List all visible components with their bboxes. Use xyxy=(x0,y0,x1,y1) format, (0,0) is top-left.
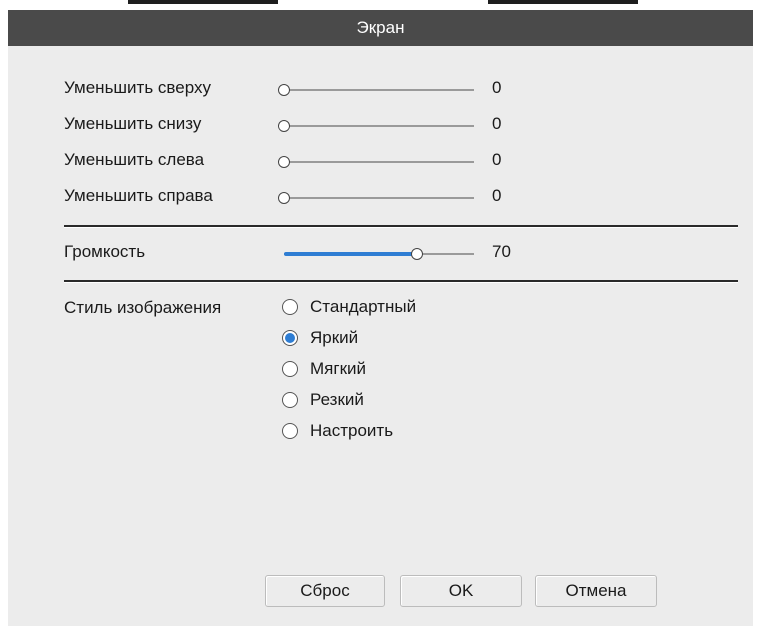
screen-settings-dialog: Экран Уменьшить сверху 0 Уменьшить снизу… xyxy=(8,10,753,626)
radio-button[interactable] xyxy=(282,361,298,377)
slider-thumb[interactable] xyxy=(278,156,290,168)
margin-top-label: Уменьшить сверху xyxy=(64,78,211,97)
slider-fill xyxy=(284,252,417,256)
margin-top-slider[interactable] xyxy=(278,82,474,98)
radio-option-custom[interactable]: Настроить xyxy=(282,421,393,441)
background-window-edge xyxy=(128,0,278,4)
radio-label: Яркий xyxy=(310,328,359,347)
slider-track xyxy=(284,161,474,163)
margin-right-value: 0 xyxy=(492,186,502,205)
radio-button[interactable] xyxy=(282,299,298,315)
margin-bottom-slider[interactable] xyxy=(278,118,474,134)
image-style-label: Стиль изображения xyxy=(64,298,222,317)
radio-label: Мягкий xyxy=(310,359,366,378)
dialog-titlebar: Экран xyxy=(8,10,753,46)
margin-top-value: 0 xyxy=(492,78,502,97)
margin-right-label: Уменьшить справа xyxy=(64,186,213,205)
radio-button[interactable] xyxy=(282,423,298,439)
section-divider xyxy=(64,280,738,283)
slider-track xyxy=(284,89,474,91)
volume-slider[interactable] xyxy=(284,246,474,262)
slider-thumb[interactable] xyxy=(411,248,423,260)
volume-value: 70 xyxy=(492,242,511,261)
slider-thumb[interactable] xyxy=(278,120,290,132)
radio-label: Резкий xyxy=(310,390,364,409)
dialog-title: Экран xyxy=(356,18,405,37)
margin-bottom-label: Уменьшить снизу xyxy=(64,114,202,133)
radio-label: Стандартный xyxy=(310,297,417,316)
slider-thumb[interactable] xyxy=(278,192,290,204)
section-divider xyxy=(64,225,738,228)
radio-option-standard[interactable]: Стандартный xyxy=(282,297,416,317)
background-window-edge xyxy=(488,0,638,4)
radio-option-bright[interactable]: Яркий xyxy=(282,328,358,348)
slider-track xyxy=(284,197,474,199)
volume-label: Громкость xyxy=(64,242,146,261)
radio-label: Настроить xyxy=(310,421,394,440)
margin-right-slider[interactable] xyxy=(278,190,474,206)
reset-button[interactable]: Сброс xyxy=(265,575,385,607)
background-fragment xyxy=(0,0,761,10)
margin-left-slider[interactable] xyxy=(278,154,474,170)
slider-track xyxy=(284,125,474,127)
margin-left-label: Уменьшить слева xyxy=(64,150,205,169)
radio-option-soft[interactable]: Мягкий xyxy=(282,359,366,379)
slider-thumb[interactable] xyxy=(278,84,290,96)
radio-button[interactable] xyxy=(282,392,298,408)
ok-button[interactable]: OK xyxy=(400,575,522,607)
cancel-button[interactable]: Отмена xyxy=(535,575,657,607)
margin-bottom-value: 0 xyxy=(492,114,502,133)
radio-button[interactable] xyxy=(282,330,298,346)
radio-option-sharp[interactable]: Резкий xyxy=(282,390,364,410)
margin-left-value: 0 xyxy=(492,150,502,169)
